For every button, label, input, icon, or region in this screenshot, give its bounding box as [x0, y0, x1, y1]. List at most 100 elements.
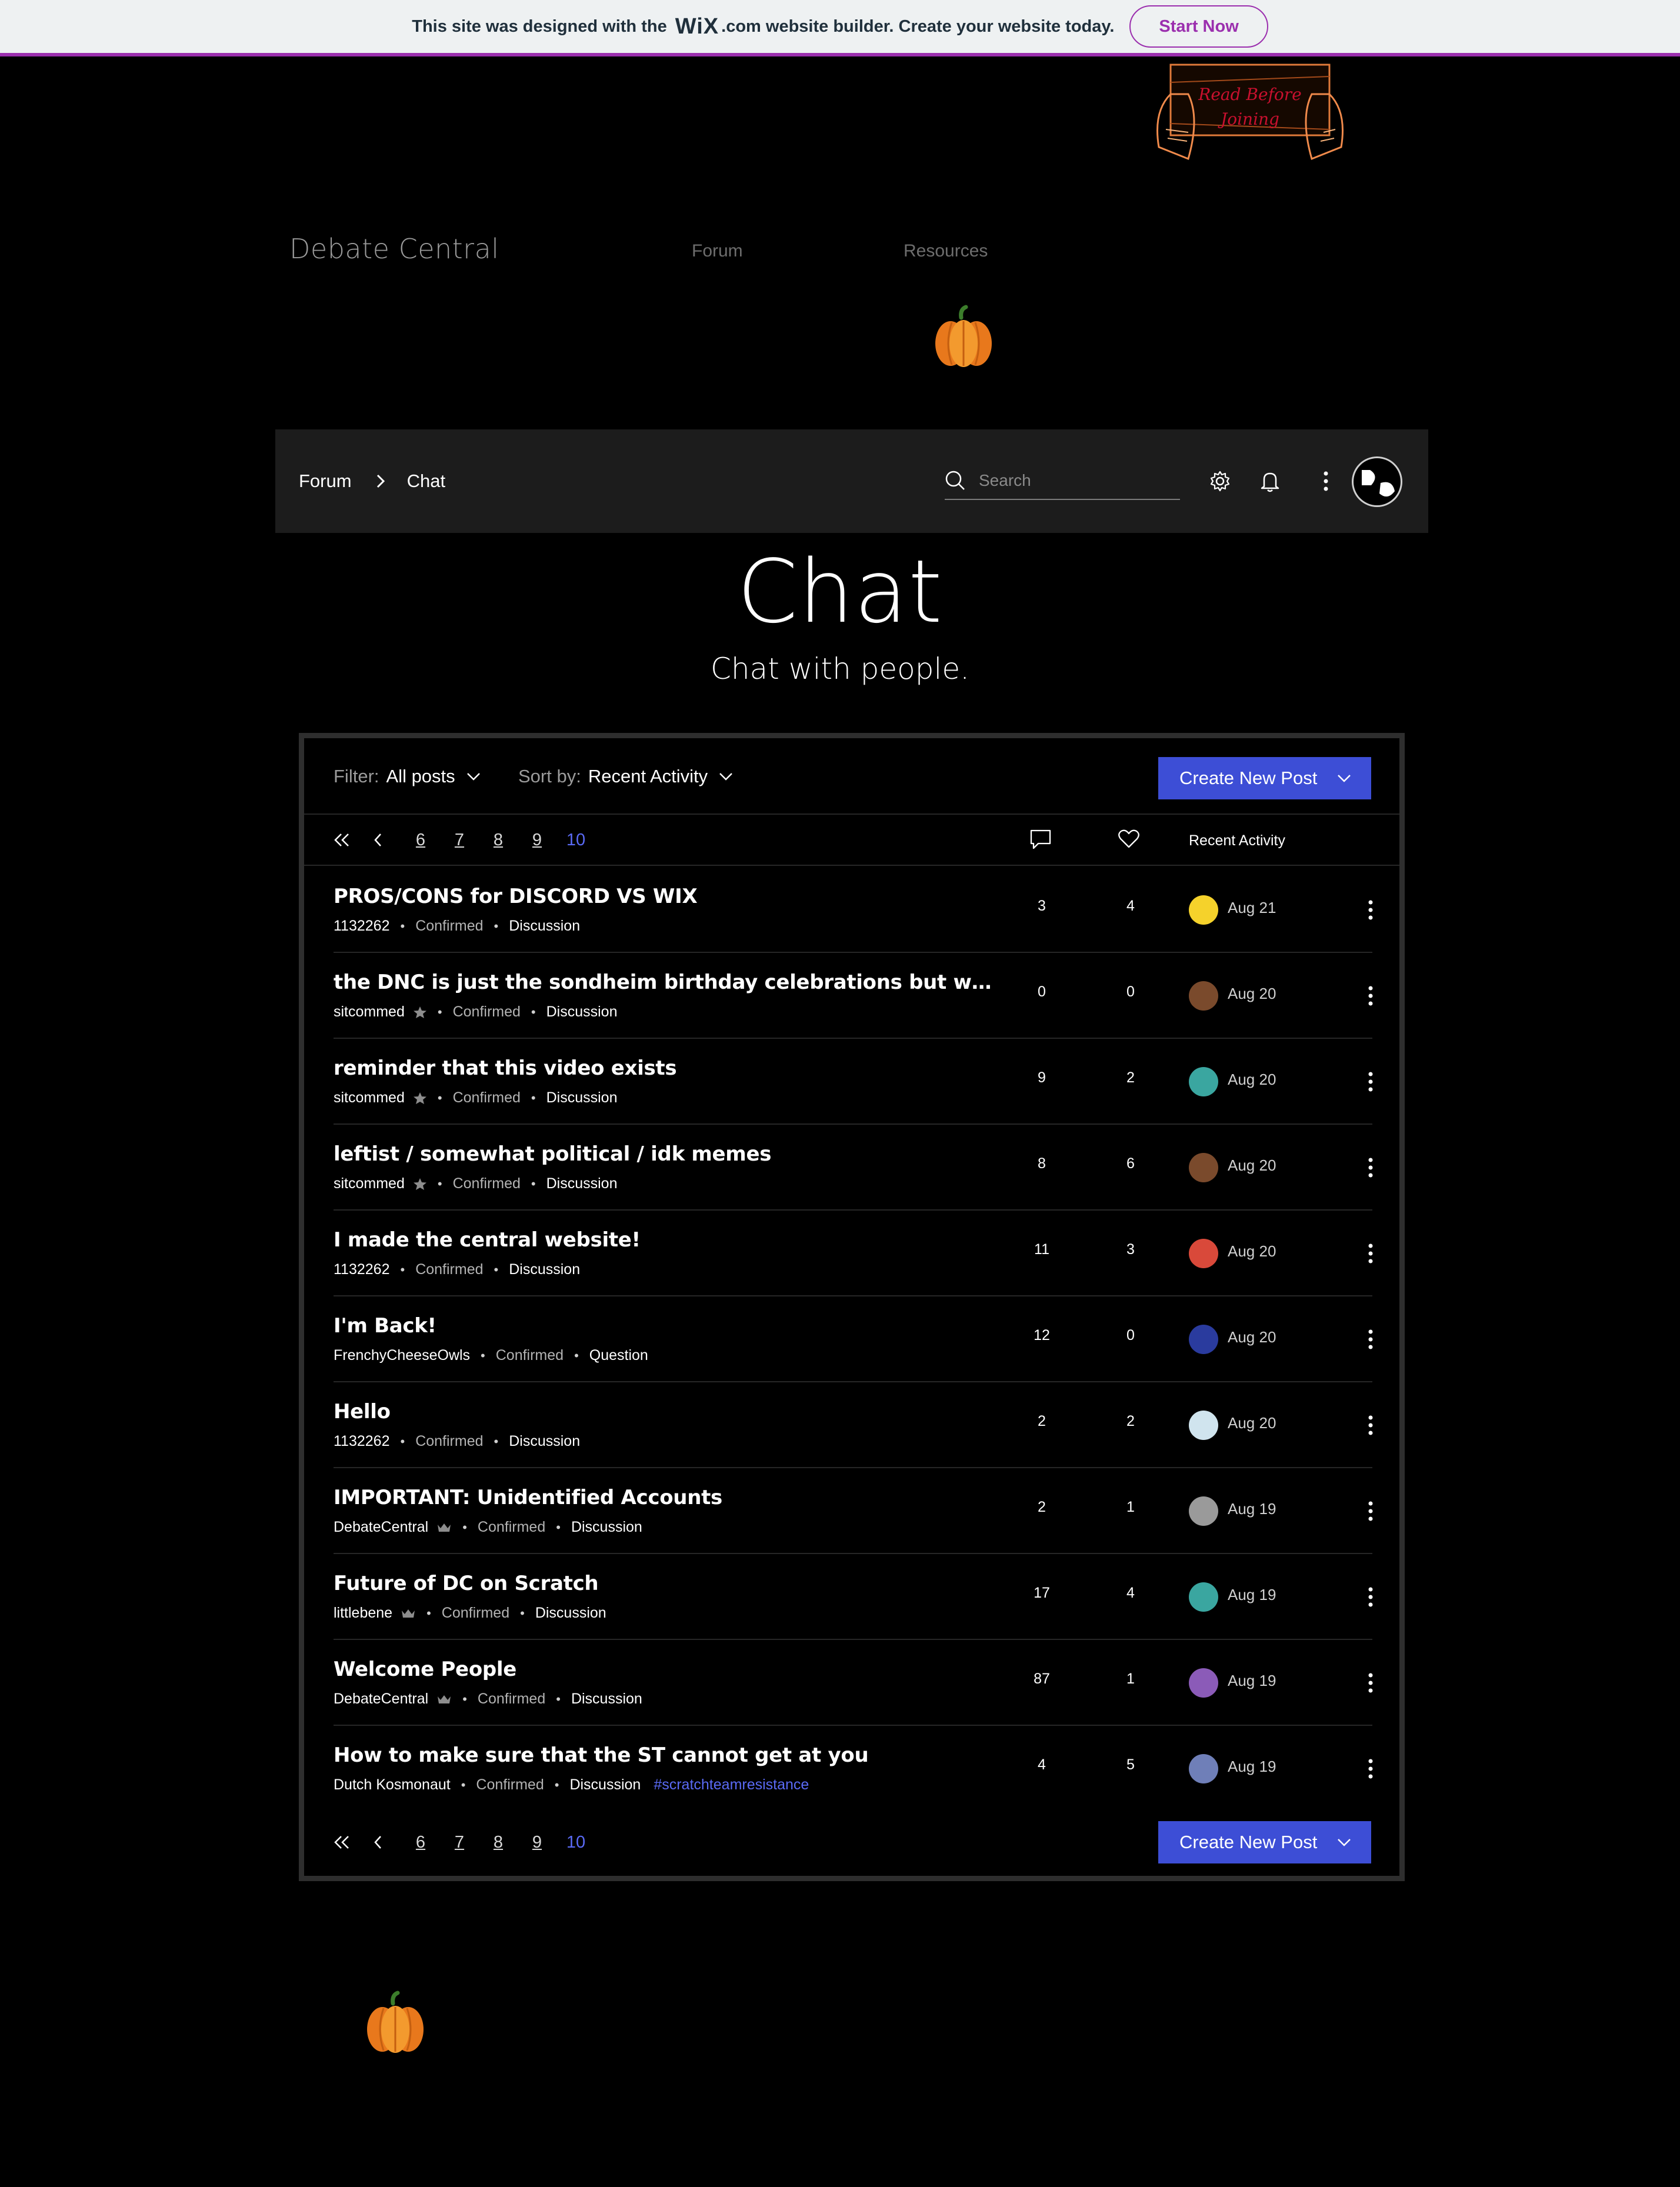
recent-activity-avatar[interactable]: [1189, 1411, 1218, 1440]
post-row[interactable]: leftist / somewhat political / idk memes…: [304, 1125, 1399, 1211]
post-row[interactable]: IMPORTANT: Unidentified Accounts DebateC…: [304, 1468, 1399, 1554]
post-title[interactable]: Welcome People: [334, 1658, 992, 1681]
create-new-post-button[interactable]: Create New Post: [1158, 1821, 1371, 1863]
page-link[interactable]: 6: [409, 831, 432, 850]
post-type: Discussion: [546, 1004, 618, 1020]
recent-activity-avatar[interactable]: [1189, 1325, 1218, 1354]
more-options-icon[interactable]: [1362, 1411, 1379, 1440]
post-title[interactable]: the DNC is just the sondheim birthday ce…: [334, 971, 992, 994]
post-title[interactable]: Future of DC on Scratch: [334, 1572, 992, 1595]
sort-dropdown[interactable]: Sort by: Recent Activity: [518, 738, 734, 815]
star-icon: [413, 1006, 427, 1019]
recent-activity-avatar[interactable]: [1189, 1496, 1218, 1526]
search-icon[interactable]: [945, 470, 966, 491]
separator-dot: •: [574, 1348, 579, 1363]
more-options-icon[interactable]: [1362, 1754, 1379, 1783]
breadcrumb-forum[interactable]: Forum: [299, 471, 352, 492]
post-title[interactable]: I made the central website!: [334, 1228, 992, 1252]
post-title[interactable]: PROS/CONS for DISCORD VS WIX: [334, 885, 992, 908]
post-row[interactable]: Future of DC on Scratch littlebene • Con…: [304, 1554, 1399, 1640]
recent-activity-avatar[interactable]: [1189, 895, 1218, 925]
recent-activity-avatar[interactable]: [1189, 1153, 1218, 1182]
post-author[interactable]: sitcommed: [334, 1089, 405, 1106]
post-author[interactable]: sitcommed: [334, 1175, 405, 1192]
separator-dot: •: [554, 1777, 559, 1792]
nav-resources[interactable]: Resources: [904, 241, 988, 261]
post-row[interactable]: PROS/CONS for DISCORD VS WIX 1132262 • C…: [304, 867, 1399, 953]
page-link[interactable]: 6: [409, 1833, 432, 1852]
create-new-post-button[interactable]: Create New Post: [1158, 757, 1371, 799]
page-link[interactable]: 8: [486, 1833, 510, 1852]
more-menu-icon[interactable]: [1311, 466, 1341, 496]
first-page-icon[interactable]: [330, 1831, 354, 1854]
user-avatar[interactable]: [1352, 456, 1402, 507]
post-title[interactable]: leftist / somewhat political / idk memes: [334, 1142, 992, 1166]
post-row[interactable]: I'm Back! FrenchyCheeseOwls • Confirmed …: [304, 1296, 1399, 1382]
previous-page-icon[interactable]: [366, 1831, 390, 1854]
more-options-icon[interactable]: [1362, 1582, 1379, 1612]
like-count: 1: [1126, 1671, 1135, 1687]
chevron-down-icon[interactable]: [1337, 774, 1351, 782]
post-author[interactable]: littlebene: [334, 1605, 392, 1622]
post-row[interactable]: I made the central website! 1132262 • Co…: [304, 1211, 1399, 1296]
site-title[interactable]: Debate Central: [289, 233, 499, 265]
post-author[interactable]: FrenchyCheeseOwls: [334, 1347, 470, 1364]
more-options-icon[interactable]: [1362, 1239, 1379, 1268]
previous-page-icon[interactable]: [366, 828, 390, 852]
post-row[interactable]: the DNC is just the sondheim birthday ce…: [304, 953, 1399, 1039]
post-row[interactable]: Hello 1132262 • Confirmed • Discussion 2…: [304, 1382, 1399, 1468]
gear-icon[interactable]: [1205, 466, 1235, 496]
page-link[interactable]: 8: [486, 831, 510, 850]
page-link[interactable]: 9: [525, 1833, 549, 1852]
recent-activity-avatar[interactable]: [1189, 1239, 1218, 1268]
filter-dropdown[interactable]: Filter: All posts: [334, 738, 481, 815]
forum-header-bar: Forum Chat: [275, 429, 1428, 533]
chevron-down-icon: [718, 772, 734, 781]
post-author[interactable]: 1132262: [334, 1433, 389, 1450]
more-options-icon[interactable]: [1362, 1325, 1379, 1354]
post-row[interactable]: reminder that this video exists sitcomme…: [304, 1039, 1399, 1125]
post-row[interactable]: How to make sure that the ST cannot get …: [304, 1726, 1399, 1812]
more-options-icon[interactable]: [1362, 1153, 1379, 1182]
page-link[interactable]: 9: [525, 831, 549, 850]
post-row[interactable]: Welcome People DebateCentral • Confirmed…: [304, 1640, 1399, 1726]
post-title[interactable]: I'm Back!: [334, 1314, 992, 1338]
read-before-joining-sign[interactable]: Read Before Joining: [1147, 59, 1353, 165]
separator-dot: •: [437, 1176, 442, 1191]
nav-forum[interactable]: Forum: [692, 241, 743, 261]
post-title[interactable]: Hello: [334, 1400, 992, 1423]
chevron-down-icon[interactable]: [1337, 1838, 1351, 1846]
more-options-icon[interactable]: [1362, 1496, 1379, 1526]
bell-icon[interactable]: [1255, 466, 1285, 496]
post-author[interactable]: sitcommed: [334, 1004, 405, 1021]
post-status: Confirmed: [441, 1605, 510, 1621]
post-author[interactable]: Dutch Kosmonaut: [334, 1776, 451, 1793]
first-page-icon[interactable]: [330, 828, 354, 852]
separator-dot: •: [400, 1262, 405, 1277]
recent-activity-avatar[interactable]: [1189, 1582, 1218, 1612]
more-options-icon[interactable]: [1362, 981, 1379, 1011]
post-hashtag[interactable]: #scratchteamresistance: [654, 1776, 809, 1793]
post-author[interactable]: DebateCentral: [334, 1519, 428, 1536]
post-author[interactable]: DebateCentral: [334, 1691, 428, 1708]
start-now-button[interactable]: Start Now: [1129, 5, 1268, 48]
page-link[interactable]: 7: [448, 831, 471, 850]
post-author[interactable]: 1132262: [334, 918, 389, 935]
post-author[interactable]: 1132262: [334, 1261, 389, 1278]
breadcrumb-chat[interactable]: Chat: [407, 471, 445, 492]
search-input[interactable]: [979, 471, 1167, 490]
more-options-icon[interactable]: [1362, 895, 1379, 925]
more-options-icon[interactable]: [1362, 1668, 1379, 1698]
search-box[interactable]: [945, 462, 1180, 500]
post-title[interactable]: How to make sure that the ST cannot get …: [334, 1743, 992, 1767]
more-options-icon[interactable]: [1362, 1067, 1379, 1096]
recent-activity-date: Aug 20: [1228, 1242, 1276, 1260]
recent-activity-avatar[interactable]: [1189, 1754, 1218, 1783]
post-title[interactable]: IMPORTANT: Unidentified Accounts: [334, 1486, 992, 1509]
page-link[interactable]: 7: [448, 1833, 471, 1852]
recent-activity-avatar[interactable]: [1189, 981, 1218, 1011]
post-title[interactable]: reminder that this video exists: [334, 1056, 992, 1080]
post-meta: Dutch Kosmonaut • Confirmed • Discussion…: [334, 1776, 809, 1793]
recent-activity-avatar[interactable]: [1189, 1668, 1218, 1698]
recent-activity-avatar[interactable]: [1189, 1067, 1218, 1096]
